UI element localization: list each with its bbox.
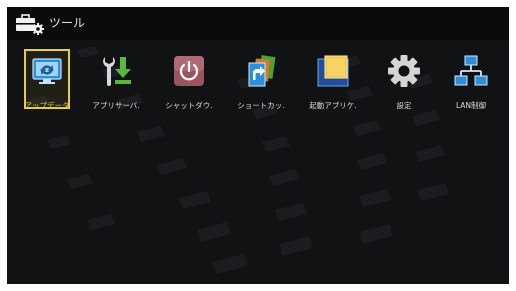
app-label: アップデータ — [24, 101, 70, 110]
app-label: LAN制御 — [455, 101, 487, 110]
gear-icon — [388, 55, 420, 87]
update-screen-icon — [32, 58, 62, 84]
app-tile-lan-control[interactable]: LAN制御 — [433, 52, 509, 124]
app-label: ショートカッ. — [237, 101, 285, 110]
toolbox-gear-icon — [16, 14, 44, 35]
window-title: ツール — [49, 16, 86, 30]
app-tile-shortcut[interactable]: ショートカッ. — [223, 52, 299, 124]
app-label: アプリサーバ. — [92, 101, 140, 110]
app-tile-updater[interactable]: アップデータ — [9, 49, 85, 124]
app-tile-shutdown[interactable]: シャットダウ. — [151, 52, 227, 124]
power-icon — [174, 56, 204, 86]
tool-window: ツール アップデータ アプリサーバ. シャットダウ. ショートカッ. 起動アプリ… — [7, 7, 509, 284]
shortcut-icon — [248, 55, 276, 87]
app-label: 設定 — [396, 101, 412, 110]
wrench-download-icon — [103, 57, 131, 86]
lan-network-icon — [454, 55, 488, 86]
app-tile-app-server[interactable]: アプリサーバ. — [78, 52, 154, 124]
app-label: シャットダウ. — [165, 101, 213, 110]
app-label: 起動アプリケ. — [309, 101, 357, 110]
app-tile-settings[interactable]: 設定 — [366, 52, 442, 124]
app-tile-startup-app[interactable]: 起動アプリケ. — [295, 52, 371, 124]
title-bar: ツール — [7, 7, 509, 40]
startup-app-icon — [317, 55, 349, 87]
